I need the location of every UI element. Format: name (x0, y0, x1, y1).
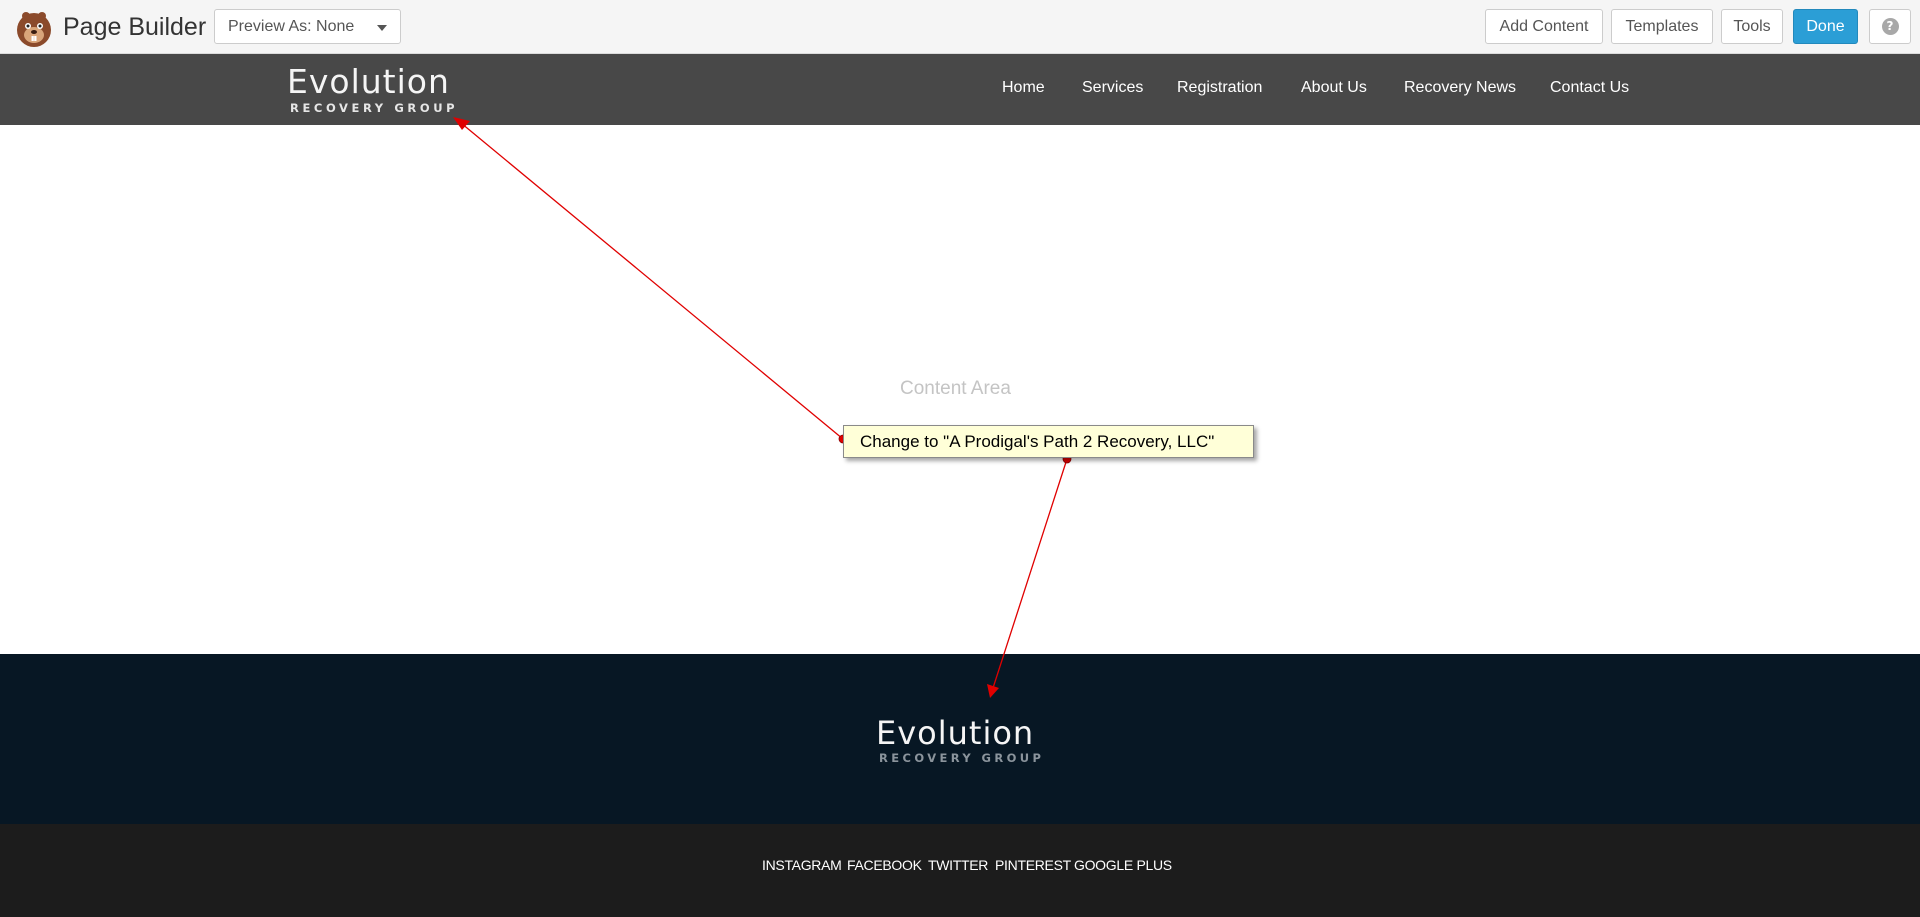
nav-about-us[interactable]: About Us (1301, 78, 1367, 98)
templates-button[interactable]: Templates (1611, 9, 1713, 44)
logo-main-text: Evolution (287, 62, 450, 101)
done-button[interactable]: Done (1793, 9, 1858, 44)
nav-registration[interactable]: Registration (1177, 78, 1262, 98)
footer-logo-sub-text: RECOVERY GROUP (879, 751, 1045, 765)
social-pinterest-link[interactable]: PINTEREST (995, 857, 1071, 873)
logo-sub-text: RECOVERY GROUP (290, 101, 459, 115)
content-area[interactable]: Content Area (0, 125, 1920, 654)
nav-services[interactable]: Services (1082, 78, 1143, 98)
add-content-button[interactable]: Add Content (1485, 9, 1603, 44)
footer-logo-main-text: Evolution (876, 714, 1035, 752)
annotation-note: Change to "A Prodigal's Path 2 Recovery,… (843, 425, 1254, 458)
site-header: Evolution RECOVERY GROUP Home Services R… (0, 54, 1920, 125)
footer-main: Evolution RECOVERY GROUP (0, 654, 1920, 824)
page-builder-title: Page Builder (63, 13, 207, 41)
help-button[interactable]: ? (1869, 9, 1911, 44)
preview-as-value: Preview As: None (228, 18, 355, 35)
beaver-logo-icon[interactable] (12, 8, 56, 48)
caret-down-icon (377, 25, 387, 31)
builder-toolbar: Page Builder Preview As: None Add Conten… (0, 0, 1920, 54)
nav-contact-us[interactable]: Contact Us (1550, 78, 1629, 98)
nav-recovery-news[interactable]: Recovery News (1404, 78, 1516, 98)
content-area-label: Content Area (900, 378, 1011, 399)
help-icon: ? (1881, 18, 1899, 35)
tools-button[interactable]: Tools (1721, 9, 1783, 44)
social-instagram-link[interactable]: INSTAGRAM (762, 857, 842, 873)
social-facebook-link[interactable]: FACEBOOK (847, 857, 922, 873)
social-twitter-link[interactable]: TWITTER (928, 857, 988, 873)
footer-bottom: INSTAGRAM FACEBOOK TWITTER PINTEREST GOO… (0, 824, 1920, 917)
page-builder-screen: Page Builder Preview As: None Add Conten… (0, 0, 1920, 917)
preview-as-select[interactable]: Preview As: None (214, 9, 401, 44)
social-google-plus-link[interactable]: GOOGLE PLUS (1074, 857, 1172, 873)
nav-home[interactable]: Home (1002, 78, 1045, 98)
